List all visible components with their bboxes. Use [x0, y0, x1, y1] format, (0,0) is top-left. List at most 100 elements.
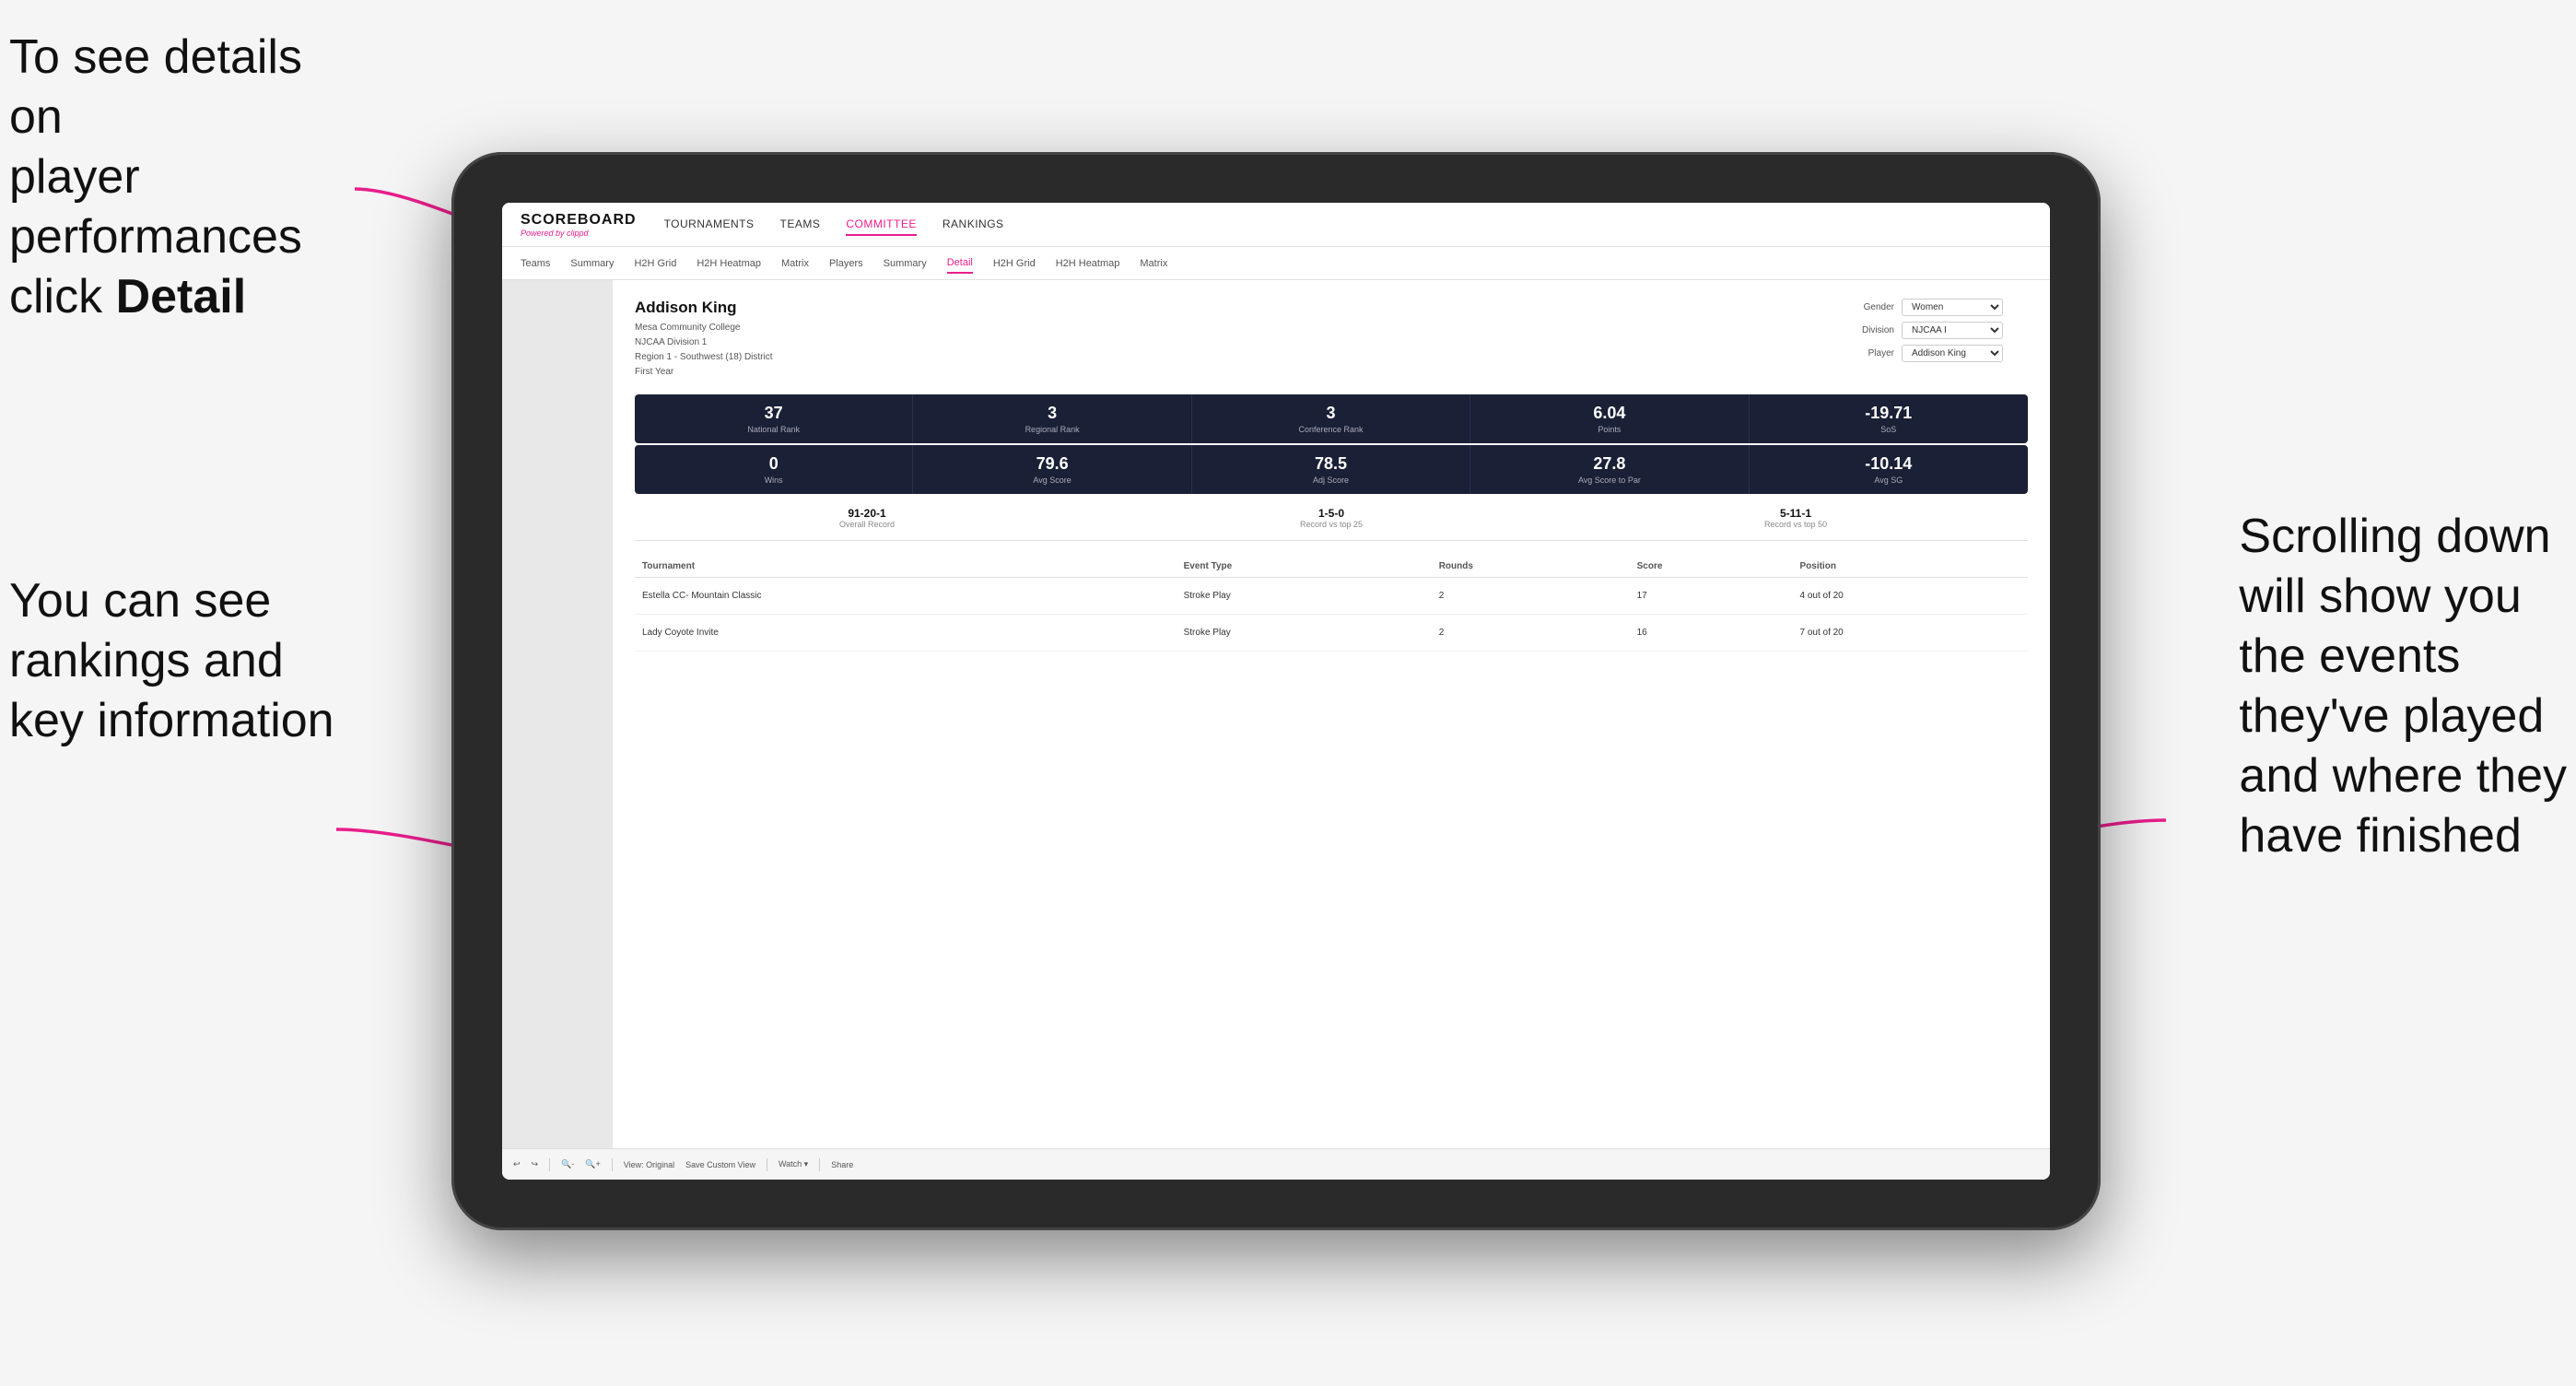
points-value: 6.04 [1478, 404, 1740, 423]
top25-value: 1-5-0 [1099, 507, 1563, 520]
player-division: NJCAA Division 1 [635, 337, 707, 347]
division-select[interactable]: NJCAA I [1902, 322, 2003, 339]
row2-score: 16 [1630, 615, 1793, 652]
top25-label: Record vs top 25 [1099, 520, 1563, 529]
zoom-in-btn[interactable]: 🔍+ [585, 1159, 600, 1169]
nav-rankings[interactable]: RANKINGS [943, 214, 1004, 236]
top50-label: Record vs top 50 [1563, 520, 2028, 529]
tablet-frame: SCOREBOARD Powered by clippd TOURNAMENTS… [451, 152, 2101, 1230]
row1-score: 17 [1630, 578, 1793, 615]
row1-event-type: Stroke Play [1177, 578, 1432, 615]
subnav-matrix2[interactable]: Matrix [1140, 254, 1167, 273]
events-table: Tournament Event Type Rounds Score Posit… [635, 556, 2028, 652]
stat-avg-score: 79.6 Avg Score [913, 445, 1191, 494]
player-region: Region 1 - Southwest (18) District [635, 352, 773, 362]
undo-btn[interactable]: ↩ [513, 1159, 521, 1169]
row2-rounds: 2 [1432, 615, 1630, 652]
stat-conference-rank: 3 Conference Rank [1192, 394, 1470, 443]
stat-adj-score: 78.5 Adj Score [1192, 445, 1470, 494]
gender-control: Gender Women [1844, 299, 2028, 316]
avg-score-value: 79.6 [920, 454, 1183, 474]
bottom-toolbar: ↩ ↪ 🔍- 🔍+ View: Original Save Custom Vie… [502, 1148, 2050, 1180]
subnav-summary[interactable]: Summary [570, 254, 614, 273]
stat-avg-sg: -10.14 Avg SG [1750, 445, 2028, 494]
national-rank-label: National Rank [642, 425, 905, 434]
avg-score-par-value: 27.8 [1478, 454, 1740, 474]
division-control: Division NJCAA I [1844, 322, 2028, 339]
records-row: 91-20-1 Overall Record 1-5-0 Record vs t… [635, 507, 2028, 541]
subnav-h2h-grid2[interactable]: H2H Grid [993, 254, 1036, 273]
top-nav: SCOREBOARD Powered by clippd TOURNAMENTS… [502, 203, 2050, 247]
col-score: Score [1630, 556, 1793, 578]
annotation-bold: Detail [116, 270, 247, 323]
sidebar-placeholder [502, 280, 613, 1148]
player-header: Addison King Mesa Community College NJCA… [635, 299, 2028, 380]
subnav-h2h-grid[interactable]: H2H Grid [634, 254, 676, 273]
table-row: Lady Coyote Invite Stroke Play 2 16 7 ou… [635, 615, 2028, 652]
tablet-screen: SCOREBOARD Powered by clippd TOURNAMENTS… [502, 203, 2050, 1180]
regional-rank-value: 3 [920, 404, 1183, 423]
logo-scoreboard: SCOREBOARD [521, 212, 637, 229]
nav-committee[interactable]: COMMITTEE [846, 214, 917, 236]
annotation-r3: the events [2239, 629, 2460, 683]
share-btn[interactable]: Share [831, 1160, 853, 1169]
subnav-summary2[interactable]: Summary [884, 254, 927, 273]
annotation-right: Scrolling down will show you the events … [2239, 507, 2567, 866]
row1-rounds: 2 [1432, 578, 1630, 615]
logo-area: SCOREBOARD Powered by clippd [521, 212, 637, 238]
wins-value: 0 [642, 454, 905, 474]
row2-position: 7 out of 20 [1792, 615, 2028, 652]
stats-row2: 0 Wins 79.6 Avg Score 78.5 Adj Score 27.… [635, 445, 2028, 494]
player-label: Player [1844, 348, 1894, 358]
record-top25: 1-5-0 Record vs top 25 [1099, 507, 1563, 529]
stats-row1: 37 National Rank 3 Regional Rank 3 Confe… [635, 394, 2028, 443]
col-tournament: Tournament [635, 556, 1177, 578]
col-position: Position [1792, 556, 2028, 578]
subnav-players[interactable]: Players [829, 254, 863, 273]
nav-teams[interactable]: TEAMS [780, 214, 821, 236]
subnav-h2h-heatmap[interactable]: H2H Heatmap [697, 254, 761, 273]
subnav-h2h-heatmap2[interactable]: H2H Heatmap [1056, 254, 1120, 273]
gender-select[interactable]: Women [1902, 299, 2003, 316]
player-controls: Gender Women Division NJCAA I [1844, 299, 2028, 362]
adj-score-value: 78.5 [1200, 454, 1462, 474]
main-content: Addison King Mesa Community College NJCA… [613, 280, 2050, 1148]
row2-tournament: Lady Coyote Invite [635, 615, 1177, 652]
stat-national-rank: 37 National Rank [635, 394, 913, 443]
col-event-type: Event Type [1177, 556, 1432, 578]
annotation-r5: and where they [2239, 749, 2567, 803]
subnav-teams[interactable]: Teams [521, 254, 550, 273]
subnav-detail[interactable]: Detail [947, 253, 973, 274]
stat-wins: 0 Wins [635, 445, 913, 494]
view-original-btn[interactable]: View: Original [624, 1160, 674, 1169]
zoom-out-btn[interactable]: 🔍- [561, 1159, 574, 1169]
player-college: Mesa Community College [635, 323, 741, 333]
table-row: Estella CC- Mountain Classic Stroke Play… [635, 578, 2028, 615]
division-label: Division [1844, 325, 1894, 335]
gender-label: Gender [1844, 302, 1894, 312]
nav-tournaments[interactable]: TOURNAMENTS [664, 214, 755, 236]
player-select[interactable]: Addison King [1902, 345, 2003, 362]
wins-label: Wins [642, 476, 905, 485]
sub-nav: Teams Summary H2H Grid H2H Heatmap Matri… [502, 247, 2050, 280]
conference-rank-label: Conference Rank [1200, 425, 1462, 434]
top50-value: 5-11-1 [1563, 507, 2028, 520]
avg-score-par-label: Avg Score to Par [1478, 476, 1740, 485]
record-overall: 91-20-1 Overall Record [635, 507, 1099, 529]
sep4 [819, 1158, 820, 1171]
row1-tournament: Estella CC- Mountain Classic [635, 578, 1177, 615]
subnav-matrix[interactable]: Matrix [781, 254, 809, 273]
annotation-line3: click [9, 270, 116, 323]
nav-items: TOURNAMENTS TEAMS COMMITTEE RANKINGS [664, 214, 1004, 236]
save-custom-view-btn[interactable]: Save Custom View [685, 1160, 755, 1169]
annotation-line2: player performances [9, 150, 302, 264]
annotation-topleft: To see details on player performances cl… [9, 28, 359, 327]
avg-sg-value: -10.14 [1757, 454, 2020, 474]
logo-powered: Powered by clippd [521, 229, 637, 238]
sos-label: SoS [1757, 425, 2020, 434]
national-rank-value: 37 [642, 404, 905, 423]
redo-btn[interactable]: ↪ [532, 1159, 539, 1169]
overall-value: 91-20-1 [635, 507, 1099, 520]
annotation-r1: Scrolling down [2239, 510, 2550, 563]
watch-btn[interactable]: Watch ▾ [779, 1159, 808, 1169]
